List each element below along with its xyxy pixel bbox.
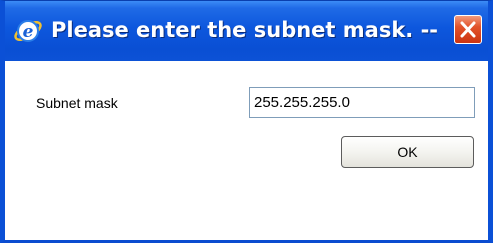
subnet-mask-input[interactable] [249, 87, 475, 118]
ok-button[interactable]: OK [341, 136, 474, 168]
close-button[interactable] [454, 15, 482, 44]
window-title: Please enter the subnet mask. --... [51, 18, 437, 42]
subnet-mask-label: Subnet mask [36, 95, 118, 111]
svg-text:e: e [23, 22, 34, 42]
title-bar[interactable]: e Please enter the subnet mask. --... [5, 1, 488, 61]
dialog-window: e Please enter the subnet mask. --... Su… [0, 0, 493, 243]
internet-explorer-icon: e [13, 16, 43, 46]
dialog-body: Subnet mask OK [5, 61, 488, 240]
